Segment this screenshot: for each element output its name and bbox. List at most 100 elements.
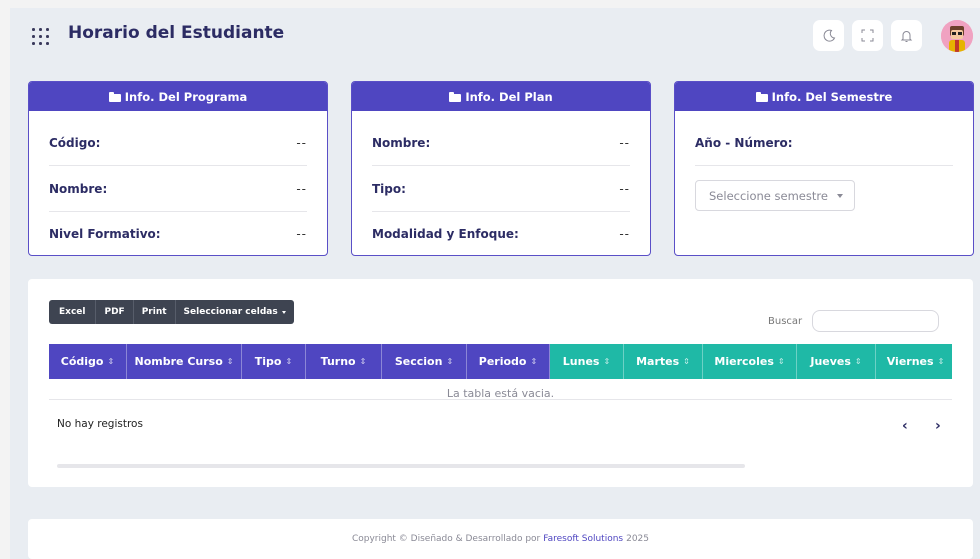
semester-year-label: Año - Número: bbox=[695, 135, 793, 150]
column-header-lunes[interactable]: Lunes ⇕ bbox=[550, 344, 624, 379]
column-label: Tipo bbox=[254, 355, 282, 368]
program-card-title: Info. Del Programa bbox=[124, 89, 248, 104]
table-info-text: No hay registros bbox=[57, 418, 143, 430]
sort-icon: ⇕ bbox=[777, 357, 785, 366]
top-bar: Horario del Estudiante bbox=[10, 8, 980, 64]
column-label: Jueves bbox=[810, 355, 851, 368]
column-header-viernes[interactable]: Viernes ⇕ bbox=[876, 344, 952, 379]
column-header-martes[interactable]: Martes ⇕ bbox=[624, 344, 703, 379]
plan-modality-value: -- bbox=[619, 227, 630, 241]
sort-icon: ⇕ bbox=[446, 357, 454, 366]
footer-copyright: Copyright © Diseñado & Desarrollado por bbox=[351, 534, 541, 544]
horizontal-scrollbar[interactable] bbox=[52, 464, 952, 468]
column-label: Lunes bbox=[562, 355, 600, 368]
row-divider bbox=[49, 399, 952, 400]
footer-brand-link[interactable]: Faresoft Solutions bbox=[543, 534, 623, 544]
column-header-tipo[interactable]: Tipo ⇕ bbox=[242, 344, 306, 379]
pdf-button[interactable]: PDF bbox=[96, 300, 134, 324]
program-code-value: -- bbox=[296, 135, 307, 150]
semester-card-header: Info. Del Semestre bbox=[675, 82, 973, 111]
moon-icon bbox=[823, 29, 835, 42]
column-header-jueves[interactable]: Jueves ⇕ bbox=[797, 344, 876, 379]
column-header-nombre-curso[interactable]: Nombre Curso ⇕ bbox=[127, 344, 242, 379]
program-card-header: Info. Del Programa bbox=[29, 82, 327, 111]
semester-card-title: Info. Del Semestre bbox=[771, 89, 893, 104]
plan-card-title: Info. Del Plan bbox=[465, 89, 553, 104]
user-avatar[interactable] bbox=[941, 20, 973, 52]
semester-select-value: Seleccione semestre bbox=[709, 188, 828, 203]
folder-icon bbox=[449, 91, 462, 102]
select-cells-label: Seleccionar celdas bbox=[183, 307, 278, 317]
export-toolbar: Excel PDF Print Seleccionar celdas bbox=[49, 300, 294, 324]
caret-down-icon bbox=[281, 310, 286, 314]
folder-icon bbox=[108, 91, 121, 102]
column-label: Turno bbox=[320, 355, 356, 368]
chevron-down-icon bbox=[836, 193, 843, 198]
program-name-row: Nombre: -- bbox=[49, 166, 307, 212]
plan-modality-row: Modalidad y Enfoque: -- bbox=[372, 211, 630, 255]
sort-icon: ⇕ bbox=[937, 357, 945, 366]
sort-icon: ⇕ bbox=[530, 357, 538, 366]
program-code-label: Código: bbox=[49, 135, 101, 150]
plan-modality-label: Modalidad y Enfoque: bbox=[372, 227, 519, 241]
plan-type-label: Tipo: bbox=[372, 181, 406, 196]
sort-icon: ⇕ bbox=[683, 357, 690, 366]
plan-info-card: Info. Del Plan Nombre: -- Tipo: -- Modal… bbox=[351, 81, 651, 256]
excel-button[interactable]: Excel bbox=[49, 300, 97, 324]
notifications-button[interactable] bbox=[891, 20, 922, 51]
plan-type-row: Tipo: -- bbox=[372, 166, 630, 212]
program-level-value: -- bbox=[296, 227, 307, 241]
program-name-value: -- bbox=[296, 181, 307, 196]
sort-icon: ⇕ bbox=[107, 357, 115, 366]
footer-year: 2025 bbox=[626, 534, 650, 544]
avatar-image bbox=[941, 20, 973, 52]
plan-type-value: -- bbox=[619, 181, 630, 196]
bell-icon bbox=[900, 30, 913, 42]
column-label: Martes bbox=[636, 355, 680, 368]
semester-year-row: Año - Número: bbox=[695, 120, 953, 166]
apps-grid-icon[interactable] bbox=[31, 25, 53, 47]
semester-info-card: Info. Del Semestre Año - Número: Selecci… bbox=[674, 81, 974, 256]
pagination-next-button[interactable]: › bbox=[935, 418, 941, 434]
plan-card-header: Info. Del Plan bbox=[352, 82, 650, 111]
column-label: Viernes bbox=[886, 355, 934, 368]
select-cells-button[interactable]: Seleccionar celdas bbox=[175, 300, 294, 324]
semester-select[interactable]: Seleccione semestre bbox=[695, 180, 855, 211]
column-label: Seccion bbox=[394, 355, 443, 368]
column-header-periodo[interactable]: Periodo ⇕ bbox=[467, 344, 550, 379]
search-input[interactable] bbox=[812, 310, 939, 332]
sort-icon: ⇕ bbox=[359, 357, 367, 366]
column-label: Código bbox=[60, 355, 104, 368]
table-header: Código ⇕ Nombre Curso ⇕ Tipo ⇕ Turno ⇕ Secci… bbox=[49, 344, 952, 379]
scrollbar-thumb[interactable] bbox=[57, 464, 745, 468]
sort-icon: ⇕ bbox=[603, 357, 611, 366]
plan-name-label: Nombre: bbox=[372, 135, 431, 150]
plan-name-value: -- bbox=[619, 135, 630, 150]
schedule-table-panel: Excel PDF Print Seleccionar celdas Busca… bbox=[28, 279, 973, 487]
sort-icon: ⇕ bbox=[854, 357, 862, 366]
program-info-card: Info. Del Programa Código: -- Nombre: --… bbox=[28, 81, 328, 256]
fullscreen-icon bbox=[861, 29, 874, 42]
column-label: Nombre Curso bbox=[134, 355, 223, 368]
column-header-turno[interactable]: Turno ⇕ bbox=[306, 344, 382, 379]
sort-icon: ⇕ bbox=[226, 357, 234, 366]
program-name-label: Nombre: bbox=[49, 181, 108, 196]
column-label: Periodo bbox=[478, 355, 527, 368]
column-label: Miercoles bbox=[714, 355, 774, 368]
sort-icon: ⇕ bbox=[285, 357, 293, 366]
program-level-row: Nivel Formativo: -- bbox=[49, 211, 307, 255]
print-button[interactable]: Print bbox=[133, 300, 176, 324]
search-label: Buscar bbox=[768, 316, 803, 327]
dark-mode-button[interactable] bbox=[813, 20, 844, 51]
page-title: Horario del Estudiante bbox=[68, 23, 285, 43]
column-header-seccion[interactable]: Seccion ⇕ bbox=[382, 344, 467, 379]
program-code-row: Código: -- bbox=[49, 120, 307, 166]
program-level-label: Nivel Formativo: bbox=[49, 227, 161, 241]
folder-icon bbox=[755, 91, 768, 102]
footer: Copyright © Diseñado & Desarrollado por … bbox=[28, 519, 973, 559]
pagination-previous-button[interactable]: ‹ bbox=[902, 418, 908, 434]
plan-name-row: Nombre: -- bbox=[372, 120, 630, 166]
column-header-miercoles[interactable]: Miercoles ⇕ bbox=[703, 344, 797, 379]
fullscreen-button[interactable] bbox=[852, 20, 883, 51]
column-header-codigo[interactable]: Código ⇕ bbox=[49, 344, 127, 379]
